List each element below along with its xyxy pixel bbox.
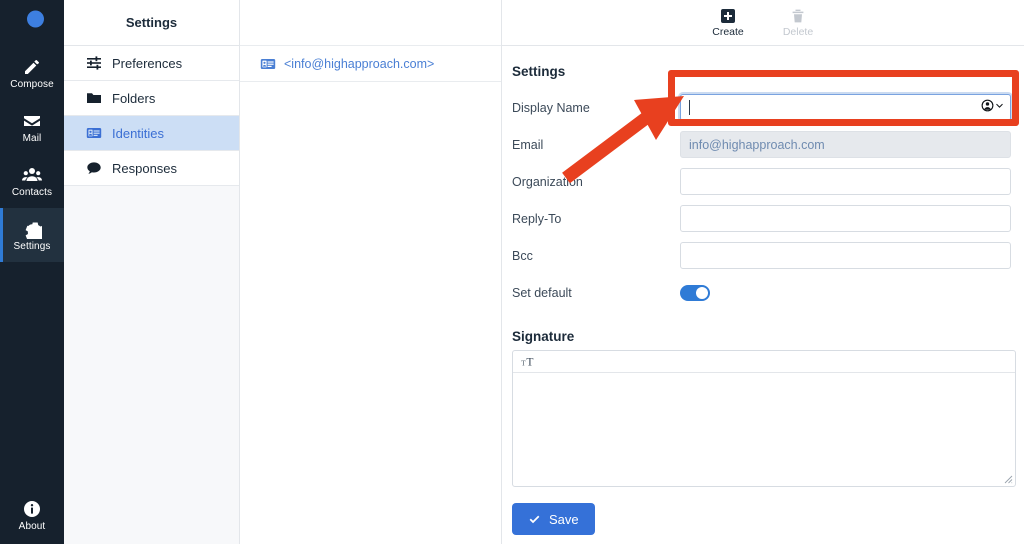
identity-form: Settings Display Name Email info@highapp… [502,46,1024,535]
signature-title: Signature [512,329,575,344]
reply-to-input[interactable] [680,205,1011,232]
identity-card-icon [260,56,276,72]
rail-item-settings[interactable]: Settings [0,208,64,262]
trash-icon [790,8,806,24]
settings-menu-filler [64,186,239,544]
display-name-input[interactable] [680,94,1011,121]
gear-icon [22,219,45,243]
delete-label: Delete [782,25,814,38]
resize-handle[interactable] [1003,474,1013,484]
signature-editor: T T [512,350,1016,487]
sidebar-item-label: Folders [112,90,156,106]
field-label: Bcc [512,248,533,263]
organization-input[interactable] [680,168,1011,195]
app-rail: Compose Mail Contacts Settings About [0,0,64,544]
sidebar-item-identities[interactable]: Identities [64,116,239,151]
field-row-organization: Organization [512,163,1016,200]
identity-card-icon [86,125,102,141]
field-control [680,242,1016,269]
speech-bubble-icon [86,160,102,176]
list-item-label: <info@highapproach.com> [284,56,435,71]
field-row-reply-to: Reply-To [512,200,1016,237]
rail-item-label: Mail [22,132,42,144]
field-label: Display Name [512,100,590,115]
svg-text:T: T [521,358,526,367]
moon-logo-icon [17,6,47,41]
field-row-bcc: Bcc [512,237,1016,274]
plus-square-icon [720,8,736,24]
identities-list-header [240,0,501,46]
sidebar-item-responses[interactable]: Responses [64,151,239,186]
field-label: Organization [512,174,583,189]
field-control [680,205,1016,232]
compose-icon [22,57,42,77]
text-format-toggle-icon[interactable]: T T [521,355,538,368]
folder-icon [86,90,102,106]
rail-item-label: Compose [10,78,54,90]
field-row-display-name: Display Name [512,89,1016,126]
sliders-icon [86,55,102,71]
signature-textarea[interactable] [513,373,1015,486]
autofill-dropdown-icon[interactable] [981,99,1004,112]
settings-menu-column: Settings Preferences Folders Identities … [64,0,240,544]
sidebar-item-preferences[interactable]: Preferences [64,46,239,81]
envelope-icon [22,111,42,131]
contacts-icon [22,165,42,185]
field-row-email: Email [512,126,1016,163]
sidebar-item-label: Responses [112,160,178,176]
rail-item-label: About [18,520,46,532]
field-label: Reply-To [512,211,562,226]
rail-item-mail[interactable]: Mail [0,100,64,154]
field-label: Email [512,137,544,152]
rail-item-label: Settings [13,240,51,252]
check-icon [528,513,541,526]
signature-toolbar: T T [513,351,1015,373]
bcc-input[interactable] [680,242,1011,269]
field-label: Set default [512,285,572,300]
field-control [680,131,1016,158]
save-button[interactable]: Save [512,503,595,535]
toggle-knob [696,286,708,299]
identities-list-column: <info@highapproach.com> [240,0,502,544]
page-title: Settings [512,64,566,79]
set-default-toggle[interactable] [680,284,710,301]
sidebar-item-folders[interactable]: Folders [64,81,239,116]
settings-menu-header: Settings [64,0,239,46]
identity-editor-pane: Create Delete Settings Display Name Emai… [502,0,1024,544]
app-root: Compose Mail Contacts Settings About Set… [0,0,1024,544]
editor-toolbar: Create Delete [502,0,1024,46]
rail-item-compose[interactable]: Compose [0,46,64,100]
sidebar-item-label: Preferences [112,55,183,71]
app-logo [0,0,64,46]
rail-item-label: Contacts [11,186,53,198]
field-control [680,94,1016,121]
create-button[interactable]: Create [702,8,754,38]
chevron-down-icon [996,103,1003,108]
field-control [680,284,1016,301]
info-icon [22,499,42,519]
list-item[interactable]: <info@highapproach.com> [240,46,501,82]
save-label: Save [549,511,579,527]
create-label: Create [712,25,744,38]
field-row-set-default: Set default [512,274,1016,311]
rail-item-about[interactable]: About [0,488,64,542]
rail-item-contacts[interactable]: Contacts [0,154,64,208]
field-control [680,168,1016,195]
svg-text:T: T [526,355,533,368]
delete-button[interactable]: Delete [772,8,824,38]
sidebar-item-label: Identities [112,125,165,141]
email-input[interactable] [680,131,1011,158]
text-caret [689,100,690,115]
